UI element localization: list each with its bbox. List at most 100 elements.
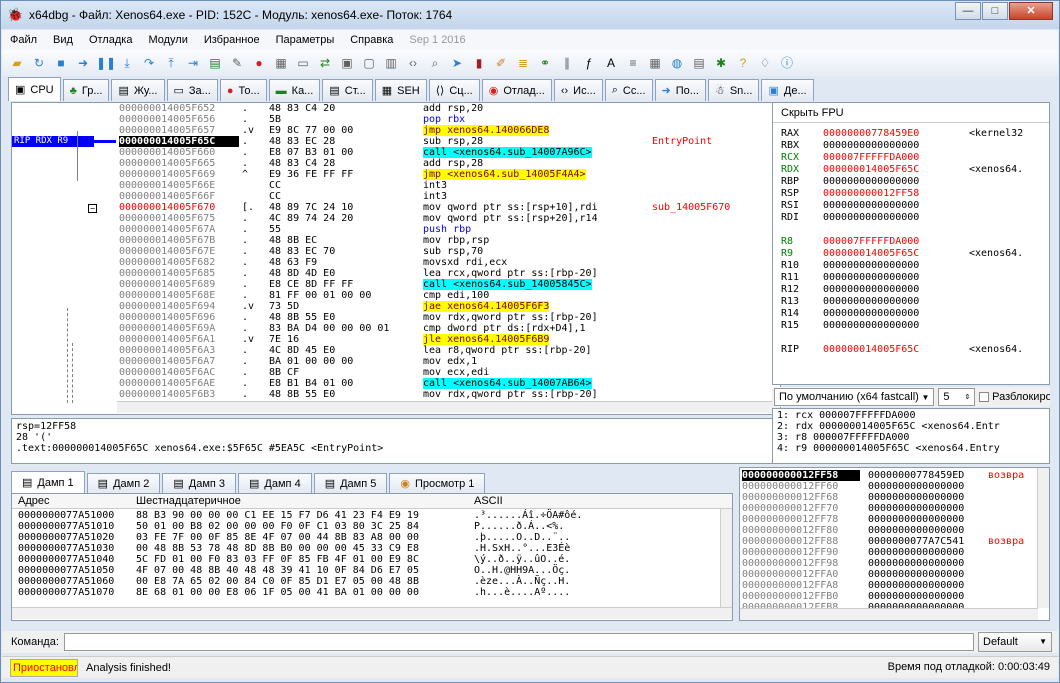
stack-view[interactable]: 000000000012FF58 00000000778459ED возвра 00… xyxy=(739,467,1050,621)
disasm-row[interactable]: 000000014005F689. E8 CE 8D FF FF call <xen… xyxy=(117,279,780,290)
attach-icon[interactable]: ∥ xyxy=(558,54,576,72)
disasm-row[interactable]: 000000014005F6AC. 8B CF mov ecx,edi xyxy=(117,367,780,378)
help-icon[interactable]: ? xyxy=(734,54,752,72)
breakpoint-icon[interactable]: ● xyxy=(250,54,268,72)
stack-row[interactable]: 000000000012FF80 0000000000000000 xyxy=(740,525,1049,536)
register-row[interactable]: RSP 000000000012FF58 xyxy=(773,188,1049,200)
tab-dump-5[interactable]: ▤ Дамп 5 xyxy=(313,473,388,493)
disasm-row[interactable]: 000000014005F652. 48 83 C4 20 add rsp,20 xyxy=(117,103,780,114)
stack-row[interactable]: 000000000012FFA0 0000000000000000 xyxy=(740,569,1049,580)
stack-hscroll[interactable] xyxy=(740,608,1038,620)
patch-icon[interactable]: ▣ xyxy=(338,54,356,72)
close-button[interactable]: ✕ xyxy=(1009,2,1053,20)
tab-dump-1[interactable]: ▤ Дамп 1 xyxy=(11,471,85,493)
find-icon[interactable]: ⌕ xyxy=(426,54,444,72)
threads-icon[interactable]: ⇄ xyxy=(316,54,334,72)
calling-convention-select[interactable]: По умолчанию (x64 fastcall) ▼ xyxy=(774,388,935,406)
bookmark-icon[interactable]: ✐ xyxy=(492,54,510,72)
stack-row[interactable]: 000000000012FF60 0000000000000000 xyxy=(740,481,1049,492)
register-row[interactable] xyxy=(773,224,1049,236)
register-row[interactable]: RAX 00000000778459E0 <kernel32 xyxy=(773,128,1049,140)
tab-dump-3[interactable]: ▤ Дамп 3 xyxy=(162,473,237,493)
restart-icon[interactable]: ↻ xyxy=(30,54,48,72)
disasm-row[interactable]: 000000014005F696. 48 8B 55 E0 mov rdx,qwor… xyxy=(117,312,780,323)
dump-row[interactable]: 0000000077A51060 00 E8 7A 65 02 00 84 C0 … xyxy=(12,576,732,587)
tab-log[interactable]: ▤ Жу... xyxy=(111,79,165,101)
disasm-row[interactable]: 000000014005F6B3. 48 8B 55 E0 mov rdx,qwor… xyxy=(117,389,780,400)
dump-view[interactable]: Адрес Шестнадцатеричное ASCII 0000000077… xyxy=(11,493,733,621)
about-icon[interactable]: ⓘ xyxy=(778,54,796,72)
disasm-row[interactable]: 000000014005F665. 48 83 C4 28 add rsp,28 xyxy=(117,158,780,169)
disasm-row[interactable]: 000000014005F68E. 81 FF 00 01 00 00 cmp ed… xyxy=(117,290,780,301)
tab-references[interactable]: ⌕ Сс... xyxy=(604,79,653,101)
disasm-row[interactable]: 000000014005F69A. 83 BA D4 00 00 00 01 cmp… xyxy=(117,323,780,334)
disassembly-view[interactable]: RIP RDX R9 − 000000014005F652. 48 83 C4 2… xyxy=(11,102,781,415)
notes-icon[interactable]: ✎ xyxy=(228,54,246,72)
stack-row[interactable]: 000000000012FF98 0000000000000000 xyxy=(740,558,1049,569)
tab-script[interactable]: ⟨⟩ Сц... xyxy=(428,79,480,101)
dump-row[interactable]: 0000000077A51020 03 FE 7F 00 0F 85 8E 4F … xyxy=(12,532,732,543)
disasm-row[interactable]: 000000014005F694 .v 73 5D jae xenos64.14005… xyxy=(117,301,780,312)
stack-row[interactable]: 000000000012FF78 0000000000000000 xyxy=(740,514,1049,525)
register-row[interactable]: R13 0000000000000000 xyxy=(773,296,1049,308)
register-row[interactable]: RSI 0000000000000000 xyxy=(773,200,1049,212)
link-icon[interactable]: ⚭ xyxy=(536,54,554,72)
pause-icon[interactable]: ❚❚ xyxy=(96,54,116,72)
register-row[interactable]: RBP 0000000000000000 xyxy=(773,176,1049,188)
disasm-row[interactable]: 000000014005F6AE. E8 B1 B4 01 00 call <xen… xyxy=(117,378,780,389)
menu-plugins[interactable]: Модули xyxy=(140,34,195,46)
stack-view-icon[interactable]: ▭ xyxy=(294,54,312,72)
stack-row[interactable]: 000000000012FFA8 0000000000000000 xyxy=(740,580,1049,591)
stack-row[interactable]: 000000000012FF70 0000000000000000 xyxy=(740,503,1049,514)
calculator-icon[interactable]: ▦ xyxy=(646,54,664,72)
register-row[interactable]: R12 0000000000000000 xyxy=(773,284,1049,296)
register-row[interactable]: R11 0000000000000000 xyxy=(773,272,1049,284)
disasm-row[interactable]: 000000014005F66E CC int3 xyxy=(117,180,780,191)
tab-call-stack[interactable]: ▤ Ст... xyxy=(322,79,373,101)
disasm-row[interactable]: 000000014005F660. E8 07 B3 01 00 call <xen… xyxy=(117,147,780,158)
menu-debug[interactable]: Отладка xyxy=(81,34,140,46)
stack-row[interactable]: 000000000012FF90 0000000000000000 xyxy=(740,547,1049,558)
run-icon[interactable]: ➜ xyxy=(74,54,92,72)
disasm-row[interactable]: 000000014005F675. 4C 89 74 24 20 mov qword… xyxy=(117,213,780,224)
close-debuggee-icon[interactable]: ■ xyxy=(52,54,70,72)
dump-vscroll[interactable] xyxy=(720,509,732,607)
command-mode-select[interactable]: Default ▼ xyxy=(978,632,1052,652)
trace-icon[interactable]: ▮ xyxy=(470,54,488,72)
stack-row[interactable]: 000000000012FF68 0000000000000000 xyxy=(740,492,1049,503)
disasm-row[interactable]: 000000014005F6A3. 4C 8D 45 E0 lea r8,qword… xyxy=(117,345,780,356)
dump-row[interactable]: 0000000077A51030 00 48 8B 53 78 48 8D 8B … xyxy=(12,543,732,554)
disasm-row[interactable]: 000000014005F67E. 48 83 EC 70 sub rsp,70 xyxy=(117,246,780,257)
tab-dump-4[interactable]: ▤ Дамп 4 xyxy=(238,473,312,493)
dump-hscroll[interactable] xyxy=(12,607,732,619)
tab-graph[interactable]: ♣ Гр... xyxy=(62,79,110,101)
dump-row[interactable]: 0000000077A51040 5C FD 01 00 F0 83 03 FF … xyxy=(12,554,732,565)
menu-options[interactable]: Параметры xyxy=(268,34,343,46)
execute-till-return-icon[interactable]: ⤒ xyxy=(162,54,180,72)
menu-favourites[interactable]: Избранное xyxy=(196,34,268,46)
disasm-row[interactable]: 000000014005F67A. 55 push rbp xyxy=(117,224,780,235)
register-row[interactable]: R15 0000000000000000 xyxy=(773,320,1049,332)
dump-row[interactable]: 0000000077A51050 4F 07 00 48 8B 40 48 48 … xyxy=(12,565,732,576)
tab-threads[interactable]: ➜ По... xyxy=(654,79,706,101)
register-row[interactable]: R10 0000000000000000 xyxy=(773,260,1049,272)
collapse-icon[interactable]: − xyxy=(88,204,97,213)
labels-icon[interactable]: ▥ xyxy=(382,54,400,72)
tab-snowman[interactable]: ☃ Sn... xyxy=(707,79,760,101)
unlock-checkbox[interactable] xyxy=(979,392,990,402)
menu-help[interactable]: Справка xyxy=(342,34,401,46)
disasm-hscroll[interactable] xyxy=(117,401,780,413)
comments-icon[interactable]: ▢ xyxy=(360,54,378,72)
hints-icon[interactable]: ♢ xyxy=(756,54,774,72)
tab-handles[interactable]: ▣ Де... xyxy=(761,79,814,101)
tab-notes[interactable]: ▭ За... xyxy=(166,79,218,101)
source-icon[interactable]: ‹› xyxy=(404,54,422,72)
disasm-row[interactable]: 000000014005F67B. 48 8B EC mov rbp,rsp xyxy=(117,235,780,246)
disasm-row[interactable]: 000000014005F685. 48 8D 4D E0 lea rcx,qwor… xyxy=(117,268,780,279)
menu-view[interactable]: Вид xyxy=(45,34,81,46)
settings-icon[interactable]: ≡ xyxy=(624,54,642,72)
hide-fpu-button[interactable]: Скрыть FPU xyxy=(773,103,1049,123)
tab-symbols[interactable]: ◉ Отлад... xyxy=(481,79,552,101)
fx-icon[interactable]: ƒ xyxy=(580,54,598,72)
disasm-row[interactable]: 000000014005F65C. 48 83 EC 28 sub rsp,28 En… xyxy=(117,136,780,147)
